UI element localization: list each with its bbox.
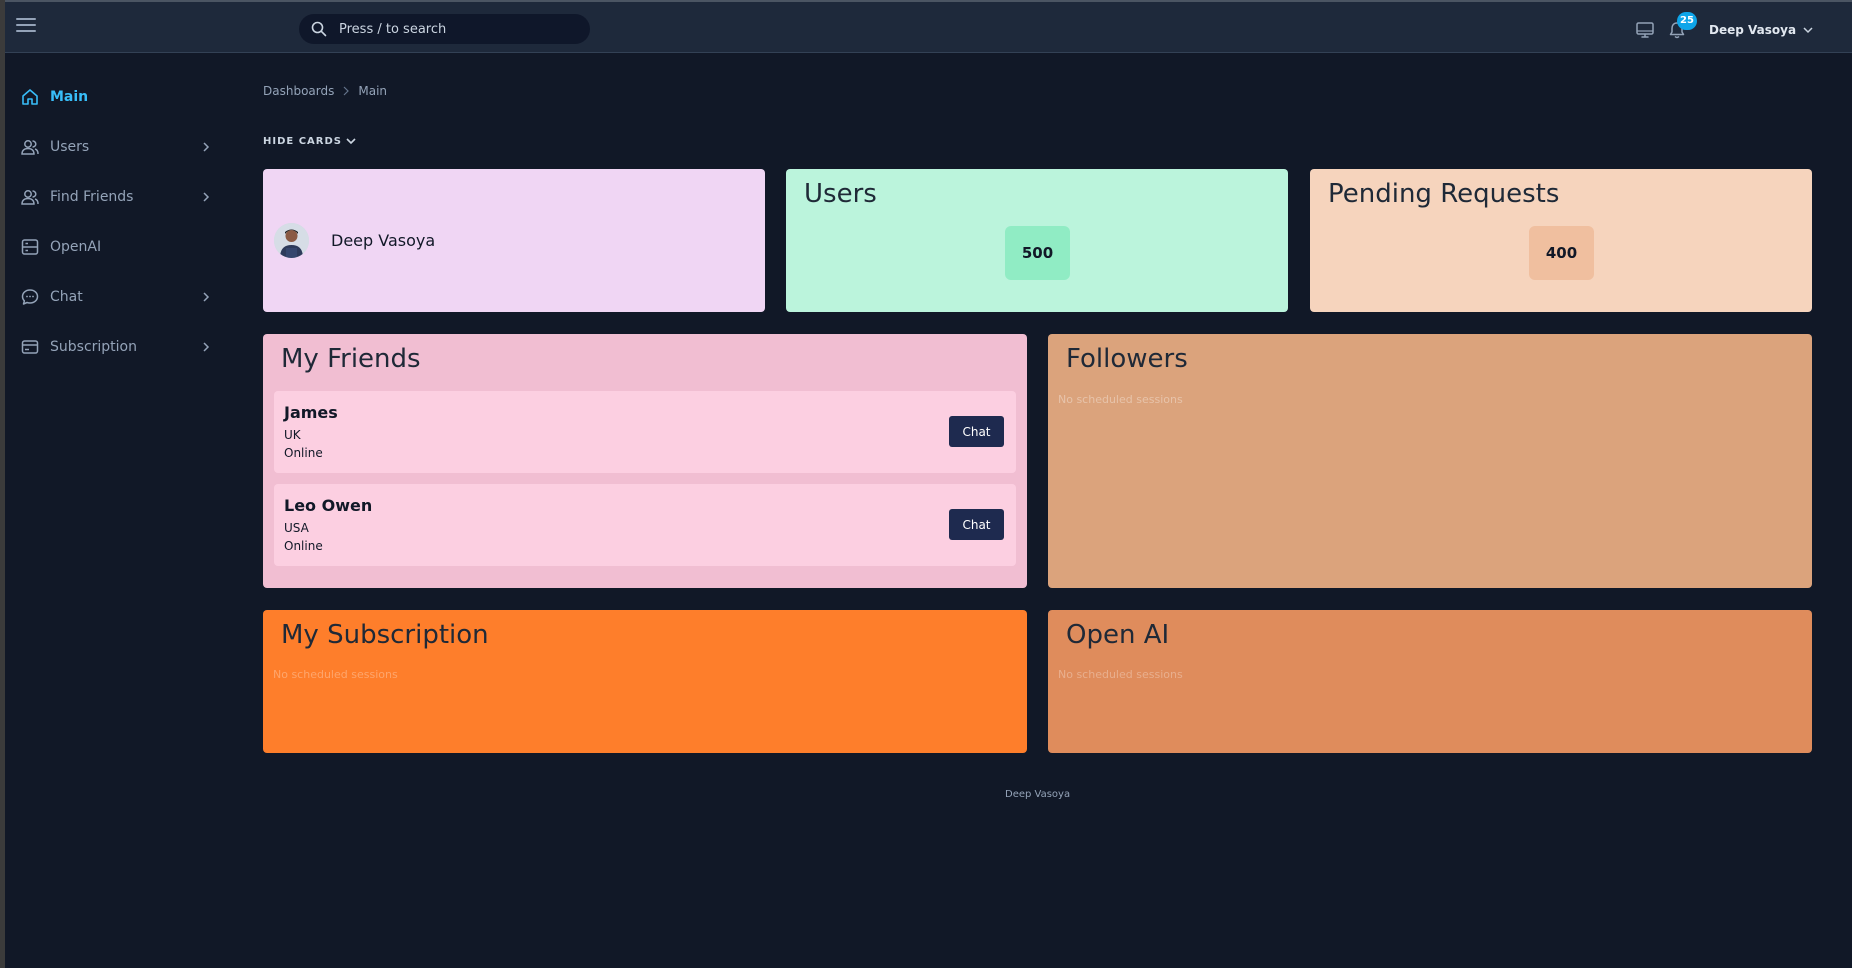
chat-bubble-icon: [21, 289, 39, 305]
open-ai-card: Open AI No scheduled sessions: [1048, 610, 1812, 753]
empty-state-text: No scheduled sessions: [1058, 393, 1183, 406]
server-icon: [21, 239, 39, 255]
card-title: Open AI: [1066, 620, 1170, 650]
friend-list-item: James UK Online Chat: [274, 391, 1016, 473]
pending-requests-count: 400: [1529, 226, 1594, 280]
sidebar-item-find-friends[interactable]: Find Friends: [20, 183, 210, 211]
friend-name: James: [284, 403, 338, 422]
pending-requests-card: Pending Requests 400: [1310, 169, 1812, 312]
home-icon: [22, 89, 38, 105]
card-title: Users: [804, 179, 877, 209]
friend-country: USA: [284, 521, 309, 535]
friend-list-item: Leo Owen USA Online Chat: [274, 484, 1016, 566]
sidebar-item-label: OpenAI: [50, 239, 102, 255]
chat-button[interactable]: Chat: [949, 509, 1004, 540]
users-icon: [21, 190, 39, 205]
chevron-down-icon: [346, 138, 356, 145]
profile-card: Deep Vasoya: [263, 169, 765, 312]
search-input[interactable]: [337, 20, 581, 38]
breadcrumb-dashboards[interactable]: Dashboards: [263, 84, 334, 98]
card-title: My Friends: [281, 344, 421, 374]
breadcrumb: Dashboards Main: [263, 84, 387, 98]
top-navbar: 25 Deep Vasoya: [5, 0, 1852, 53]
friend-status: Online: [284, 539, 323, 553]
users-icon: [21, 140, 39, 155]
users-count: 500: [1005, 226, 1070, 280]
chevron-down-icon: [1803, 26, 1813, 33]
chat-button[interactable]: Chat: [949, 416, 1004, 447]
sidebar-item-users[interactable]: Users: [20, 133, 210, 161]
profile-name: Deep Vasoya: [331, 231, 436, 250]
card-title: Followers: [1066, 344, 1188, 374]
users-card: Users 500: [786, 169, 1288, 312]
chevron-right-icon: [203, 142, 210, 152]
menu-icon[interactable]: [16, 18, 36, 36]
sidebar-item-label: Chat: [50, 289, 83, 305]
chevron-right-icon: [203, 292, 210, 302]
avatar: [274, 223, 309, 258]
sidebar-item-label: Subscription: [50, 339, 137, 355]
card-icon: [21, 340, 39, 354]
empty-state-text: No scheduled sessions: [1058, 668, 1183, 681]
sidebar: Main Users Find Friends OpenAI Chat Subs…: [5, 53, 220, 968]
sidebar-item-chat[interactable]: Chat: [20, 283, 210, 311]
sidebar-item-subscription[interactable]: Subscription: [20, 333, 210, 361]
friend-name: Leo Owen: [284, 496, 373, 515]
chevron-right-icon: [203, 342, 210, 352]
friend-status: Online: [284, 446, 323, 460]
chevron-right-icon: [343, 86, 350, 96]
friend-country: UK: [284, 428, 301, 442]
footer-text: Deep Vasoya: [1005, 789, 1071, 800]
hide-cards-label: HIDE CARDS: [263, 136, 342, 147]
followers-card: Followers No scheduled sessions: [1048, 334, 1812, 588]
user-menu[interactable]: Deep Vasoya: [1709, 20, 1813, 40]
chevron-right-icon: [203, 192, 210, 202]
card-title: My Subscription: [281, 620, 489, 650]
sidebar-item-main[interactable]: Main: [20, 83, 210, 111]
sidebar-item-label: Main: [50, 89, 89, 105]
sidebar-item-label: Find Friends: [50, 189, 134, 205]
sidebar-item-label: Users: [50, 139, 90, 155]
empty-state-text: No scheduled sessions: [273, 668, 398, 681]
search-box[interactable]: [299, 14, 590, 44]
user-name: Deep Vasoya: [1709, 23, 1797, 37]
card-title: Pending Requests: [1328, 179, 1560, 209]
monitor-icon[interactable]: [1635, 20, 1655, 40]
breadcrumb-main: Main: [358, 84, 388, 98]
sidebar-item-openai[interactable]: OpenAI: [20, 233, 210, 261]
my-friends-card: My Friends James UK Online Chat Leo Owen…: [263, 334, 1027, 588]
notification-count-badge: 25: [1677, 12, 1697, 30]
search-icon: [311, 21, 327, 37]
hide-cards-toggle[interactable]: HIDE CARDS: [263, 136, 356, 147]
my-subscription-card: My Subscription No scheduled sessions: [263, 610, 1027, 753]
